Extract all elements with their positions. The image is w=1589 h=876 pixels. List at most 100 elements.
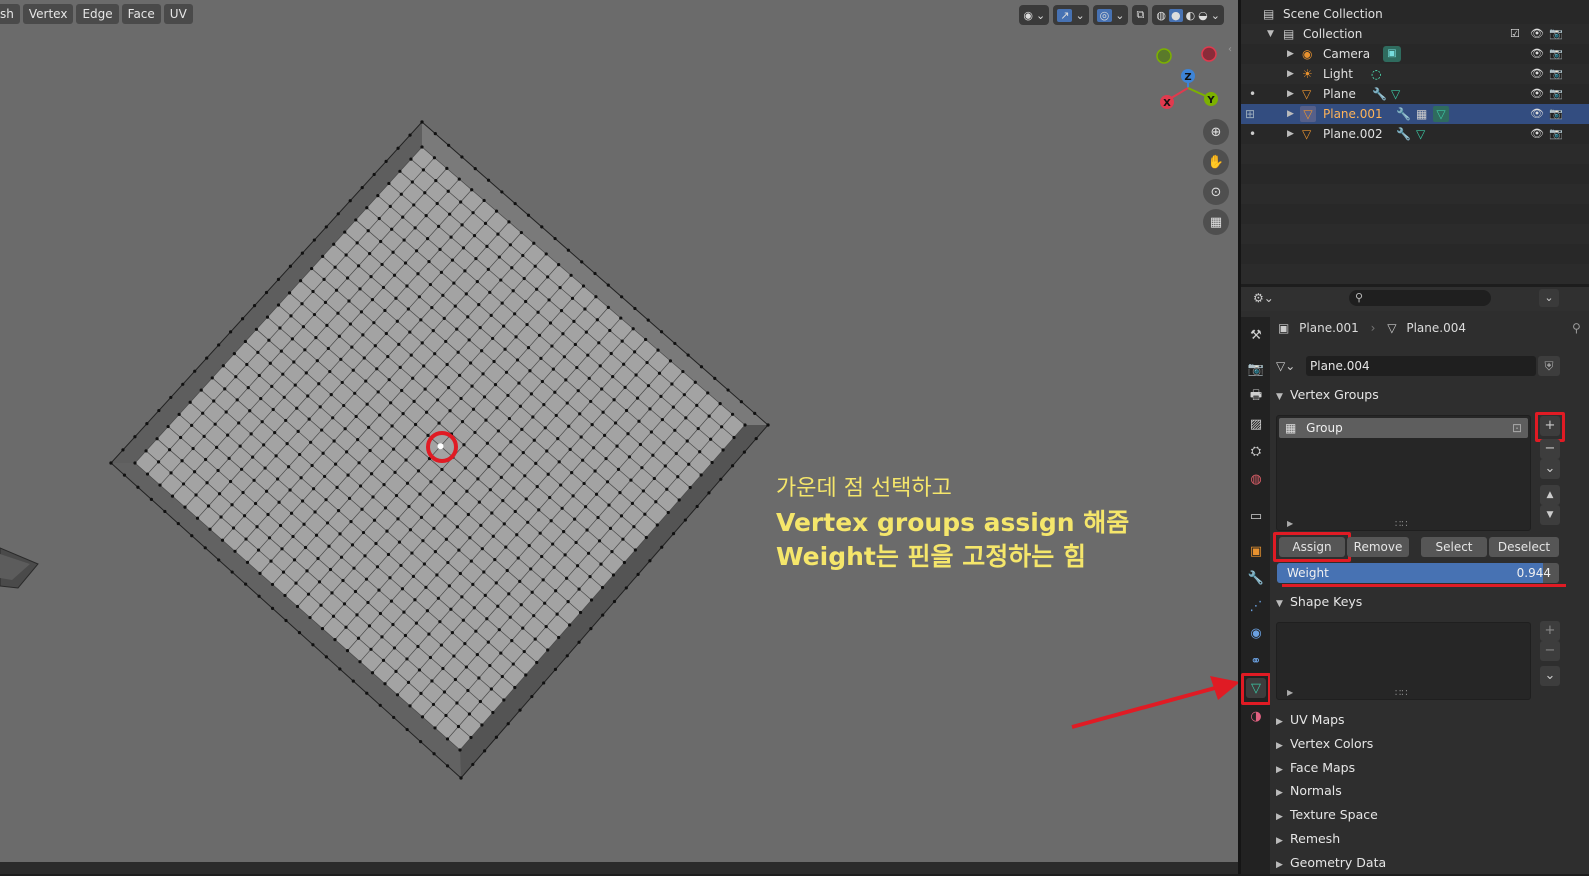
list-resize-handle-icon[interactable]: ∷∷ [1395,519,1408,530]
modifier-tab-icon[interactable]: 🔧 [1246,568,1266,588]
pan-view-button[interactable]: ✋ [1203,149,1229,175]
shape-keys-panel-header[interactable]: ▼ Shape Keys [1270,591,1589,613]
render-camera-icon[interactable]: 📷 [1549,64,1563,84]
outliner-item-plane-001[interactable]: ⊞ ▶ ▽ Plane.001 🔧 ▦ ▽ 👁 📷 [1241,104,1589,124]
vertex-group-item[interactable]: ▦ Group ⊡ [1279,418,1528,438]
expand-triangle-icon[interactable]: ▶ [1287,44,1294,64]
menu-edge[interactable]: Edge [76,4,119,24]
render-camera-icon[interactable]: 📷 [1549,104,1563,124]
fake-user-shield-icon[interactable]: ⛨ [1538,356,1560,376]
outliner-item-camera[interactable]: ▶ ◉ Camera ▣ 👁 📷 [1241,44,1589,64]
normals-panel-header[interactable]: ▶ Normals [1270,780,1589,802]
outliner-collection[interactable]: ▼ ▤ Collection ☑ 👁 📷 [1241,24,1589,44]
vertex-groups-list[interactable]: ▦ Group ⊡ ▶ ∷∷ [1276,415,1531,531]
pin-icon[interactable]: ⚲ [1572,321,1581,335]
overlays-dropdown[interactable]: ◎ ⌄ [1092,5,1129,25]
options-dropdown[interactable]: ⌄ [1539,289,1559,307]
physics-tab-icon[interactable]: ◉ [1246,623,1266,643]
render-camera-icon[interactable]: 📷 [1549,24,1563,44]
properties-editor[interactable]: ⚙⌄ ⚲ ⌄ ⚒ 📷 🖶 ▨ ⛭ ◍ ▭ ▣ 🔧 ⋰ ◉ ⚭ ▽ ◑ ▣ Pla… [1241,287,1589,874]
remove-button[interactable]: Remove [1347,537,1409,557]
material-shading-icon[interactable]: ◐ [1186,9,1196,22]
perspective-toggle-button[interactable]: ▦ [1203,209,1229,235]
eye-icon[interactable]: 👁 [1530,104,1544,124]
eye-icon[interactable]: 👁 [1530,84,1544,104]
deselect-button[interactable]: Deselect [1489,537,1559,557]
shading-modes[interactable]: ◍ ● ◐ ◒ ⌄ [1152,5,1224,25]
menu-face[interactable]: Face [121,4,161,24]
camera-view-button[interactable]: ⊙ [1203,179,1229,205]
material-tab-icon[interactable]: ◑ [1246,706,1266,726]
uv-maps-panel-header[interactable]: ▶ UV Maps [1270,709,1589,731]
move-down-button[interactable]: ▼ [1540,505,1560,525]
eye-icon[interactable]: 👁 [1530,24,1544,44]
xray-toggle[interactable]: ⧉ [1132,5,1149,25]
wireframe-shading-icon[interactable]: ◍ [1156,9,1166,22]
remesh-panel-header[interactable]: ▶ Remesh [1270,828,1589,850]
shape-key-specials-button[interactable]: ⌄ [1540,666,1560,686]
navigation-gizmo[interactable]: Z Y X [1150,38,1230,118]
list-filter-triangle-icon[interactable]: ▶ [1287,519,1293,528]
expand-triangle-icon[interactable]: ▶ [1287,84,1294,104]
move-up-button[interactable]: ▲ [1540,485,1560,505]
solid-shading-icon[interactable]: ● [1168,8,1183,22]
collection-tab-icon[interactable]: ▭ [1246,506,1266,526]
menu-uv[interactable]: UV [163,4,193,24]
remove-vertex-group-button[interactable]: − [1540,439,1560,459]
scene-tab-icon[interactable]: ⛭ [1246,441,1266,461]
render-tab-icon[interactable]: 📷 [1246,359,1266,379]
zoom-view-button[interactable]: ⊕ [1203,119,1229,145]
eye-icon[interactable]: 👁 [1530,124,1544,144]
add-shape-key-button[interactable]: + [1540,621,1560,641]
checkbox-icon[interactable]: ☑ [1510,24,1520,44]
properties-search-input[interactable]: ⚲ [1349,290,1491,306]
list-resize-handle-icon[interactable]: ∷∷ [1395,688,1408,699]
expand-triangle-icon[interactable]: ▶ [1287,104,1294,124]
outliner-scene-collection[interactable]: ▤ Scene Collection [1241,4,1589,24]
outliner[interactable]: ▤ Scene Collection ▼ ▤ Collection ☑ 👁 📷 … [1241,0,1589,284]
render-camera-icon[interactable]: 📷 [1549,44,1563,64]
weight-slider[interactable]: Weight 0.944 [1277,563,1559,583]
render-camera-icon[interactable]: 📷 [1549,84,1563,104]
particles-tab-icon[interactable]: ⋰ [1246,596,1266,616]
geometry-data-panel-header[interactable]: ▶ Geometry Data [1270,852,1589,874]
vertex-group-specials-button[interactable]: ⌄ [1540,459,1560,479]
constraints-tab-icon[interactable]: ⚭ [1246,651,1266,671]
world-tab-icon[interactable]: ◍ [1246,469,1266,489]
3d-viewport[interactable]: sh Vertex Edge Face UV ◉ ⌄ ↗ ⌄ ◎ ⌄ ⧉ ◍ ● ◐ … [0,0,1238,862]
tool-tab-icon[interactable]: ⚒ [1246,325,1266,345]
viewport-collapse-handle[interactable]: ‹ [1228,44,1232,55]
outliner-item-plane-002[interactable]: • ▶ ▽ Plane.002 🔧 ▽ 👁 📷 [1241,124,1589,144]
eye-icon[interactable]: 👁 [1530,44,1544,64]
expand-triangle-icon[interactable]: ▶ [1287,64,1294,84]
output-tab-icon[interactable]: 🖶 [1246,387,1266,407]
menu-vertex[interactable]: Vertex [22,4,74,24]
mesh-datablock-selector[interactable]: ▽⌄ [1276,357,1306,375]
expand-triangle-icon[interactable]: ▼ [1267,24,1274,44]
texture-space-panel-header[interactable]: ▶ Texture Space [1270,804,1589,826]
remove-shape-key-button[interactable]: − [1540,641,1560,661]
outliner-item-plane[interactable]: • ▶ ▽ Plane 🔧 ▽ 👁 📷 [1241,84,1589,104]
expand-triangle-icon: ▼ [1276,392,1283,402]
eye-icon[interactable]: 👁 [1530,64,1544,84]
list-filter-triangle-icon[interactable]: ▶ [1287,688,1293,697]
vertex-groups-panel-header[interactable]: ▼ Vertex Groups [1270,384,1589,406]
menu-mesh[interactable]: sh [0,4,20,24]
expand-triangle-icon[interactable]: ▶ [1287,124,1294,144]
mesh-grid-plane[interactable] [0,0,1238,862]
lock-icon[interactable]: ⊡ [1512,418,1522,438]
view-layer-tab-icon[interactable]: ▨ [1246,414,1266,434]
outliner-item-light[interactable]: ▶ ☀ Light ◌ 👁 📷 [1241,64,1589,84]
render-camera-icon[interactable]: 📷 [1549,124,1563,144]
rendered-shading-icon[interactable]: ◒ [1198,9,1208,22]
object-tab-icon[interactable]: ▣ [1246,541,1266,561]
visibility-selectability-dropdown[interactable]: ◉ ⌄ [1019,5,1050,25]
editor-type-dropdown[interactable]: ⚙⌄ [1253,291,1274,305]
shape-keys-list[interactable]: ▶ ∷∷ [1276,622,1531,700]
face-maps-panel-header[interactable]: ▶ Face Maps [1270,757,1589,779]
select-button[interactable]: Select [1421,537,1487,557]
gizmo-dropdown[interactable]: ↗ ⌄ [1053,5,1089,25]
mesh-name-field[interactable]: Plane.004 [1306,356,1536,376]
selected-center-vertex-highlight[interactable] [426,431,458,463]
vertex-colors-panel-header[interactable]: ▶ Vertex Colors [1270,733,1589,755]
